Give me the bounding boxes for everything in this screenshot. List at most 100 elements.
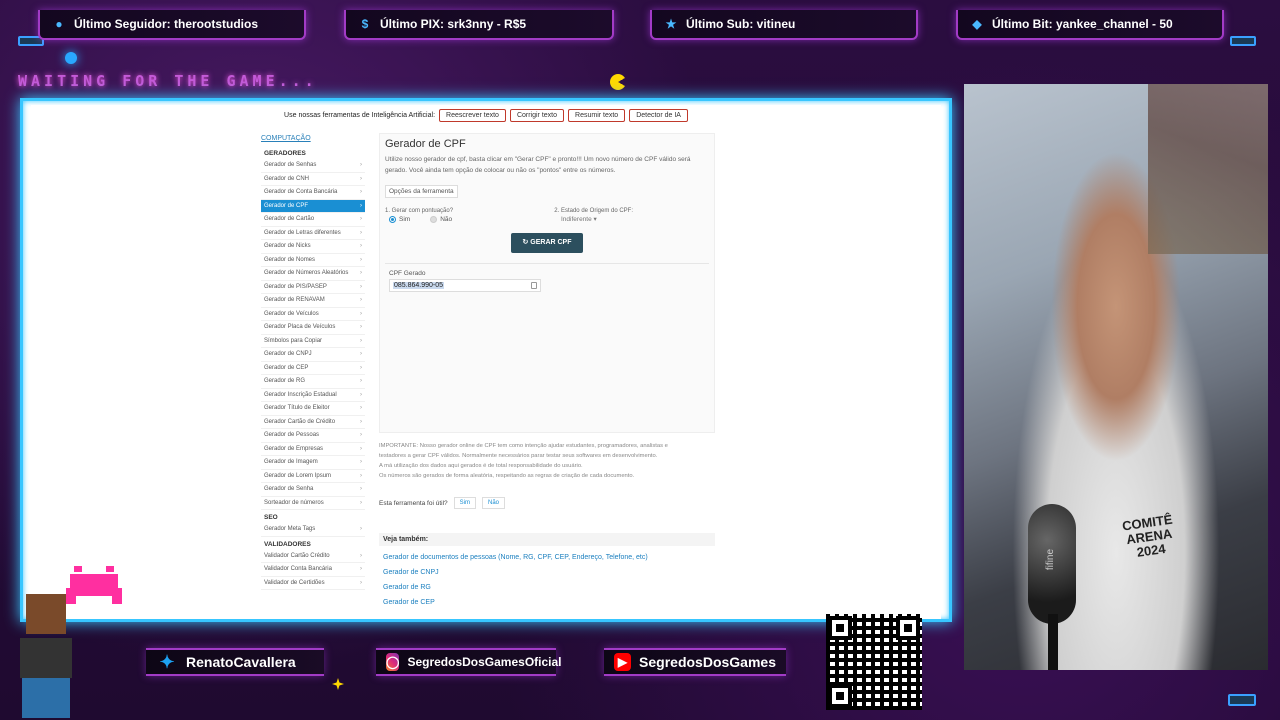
sidebar-item[interactable]: Gerador de Lorem Ipsum ›: [261, 470, 365, 483]
see-also-link[interactable]: Gerador de CNPJ: [383, 569, 715, 576]
correct-text-button[interactable]: Corrigir texto: [509, 108, 565, 122]
diamond-icon: ◆: [972, 17, 982, 31]
see-also-link[interactable]: Gerador de CEP: [383, 599, 715, 606]
radio-yes[interactable]: Sim: [389, 216, 410, 223]
sidebar-item-label: Gerador Meta Tags: [264, 526, 316, 533]
chevron-right-icon: ›: [360, 189, 362, 196]
last-follower-alert: ● Último Seguidor: therootstudios: [38, 10, 306, 40]
sidebar-item-label: Gerador de Pessoas: [264, 432, 320, 439]
chevron-right-icon: ›: [360, 364, 362, 371]
sidebar-item-label: Gerador Inscrição Estadual: [264, 391, 337, 398]
sidebar-item[interactable]: Gerador de CNH ›: [261, 173, 365, 186]
sidebar-item-label: Gerador de Senha: [264, 486, 314, 493]
webcam-feed: fifine COMITÊ ARENA 2024: [964, 84, 1268, 670]
sidebar-item[interactable]: Símbolos para Copiar ›: [261, 335, 365, 348]
youtube-icon: ▶: [614, 653, 632, 671]
generated-cpf-field[interactable]: 085.864.990-05: [389, 279, 541, 292]
tool-title: Gerador de CPF: [385, 138, 466, 150]
summarize-text-button[interactable]: Resumir texto: [568, 108, 626, 122]
shirt-print: COMITÊ ARENA 2024: [1121, 512, 1177, 562]
copy-icon[interactable]: [531, 282, 537, 289]
chevron-right-icon: ›: [360, 216, 362, 223]
disclaimer-line: testadores a gerar CPF válidos. Normalme…: [379, 453, 658, 459]
sidebar-item[interactable]: Gerador de Empresas ›: [261, 443, 365, 456]
sidebar-item[interactable]: Gerador de Pessoas ›: [261, 429, 365, 443]
sidebar-item[interactable]: Validador Cartão Crédito ›: [261, 550, 365, 563]
sidebar-item[interactable]: Gerador de RENAVAM ›: [261, 294, 365, 308]
sidebar-item[interactable]: Gerador de Cartão ›: [261, 213, 365, 227]
radio-no-dot: [430, 216, 438, 223]
radio-no[interactable]: Não: [430, 216, 452, 223]
chevron-right-icon: ›: [360, 283, 362, 290]
sidebar-item[interactable]: Validador de Certidões ›: [261, 577, 365, 590]
sidebar-item-active[interactable]: Gerador de CPF ›: [261, 199, 365, 213]
rewrite-text-button[interactable]: Reescrever texto: [439, 108, 506, 122]
qr-finder-pattern: [828, 684, 852, 708]
sidebar-item-label: Gerador de CNH: [264, 175, 310, 182]
sidebar-item[interactable]: Gerador Título de Eleitor ›: [261, 402, 365, 416]
sidebar-item[interactable]: Gerador Cartão de Crédito ›: [261, 416, 365, 429]
sidebar-item[interactable]: Gerador de PIS/PASEP ›: [261, 281, 365, 294]
chevron-right-icon: ›: [360, 459, 362, 466]
see-also-link[interactable]: Gerador de documentos de pessoas (Nome, …: [383, 554, 715, 561]
ai-tools-bar: Use nossas ferramentas de Inteligência A…: [31, 105, 941, 125]
sidebar-item[interactable]: Gerador de Letras diferentes ›: [261, 227, 365, 240]
chevron-right-icon: ›: [360, 297, 362, 304]
tool-description: Utilize nosso gerador de cpf, basta clic…: [385, 156, 691, 174]
category-header-link[interactable]: COMPUTAÇÃO: [261, 135, 365, 142]
chevron-right-icon: ›: [360, 526, 362, 533]
last-bit-text: Último Bit: yankee_channel - 50: [992, 17, 1173, 31]
qr-finder-pattern: [896, 616, 920, 640]
last-sub-alert: ★ Último Sub: vitineu: [650, 10, 918, 40]
sidebar-item[interactable]: Sorteador de números ›: [261, 497, 365, 510]
chevron-right-icon: ›: [360, 432, 362, 439]
sidebar-item-label: Gerador Cartão de Crédito: [264, 418, 336, 425]
sidebar-item[interactable]: Gerador Placa de Veículos ›: [261, 321, 365, 335]
feedback-no-button[interactable]: Não: [482, 497, 506, 509]
options-questions: 1. Gerar com pontuação? 2. Estado de Ori…: [385, 208, 709, 214]
sidebar-item[interactable]: Gerador de Nicks ›: [261, 240, 365, 254]
sidebar-item-label: Gerador de Empresas: [264, 445, 324, 452]
twitter-icon: ✦: [159, 651, 175, 672]
chevron-right-icon: ›: [360, 337, 362, 344]
ai-detector-button[interactable]: Detector de IA: [629, 108, 688, 122]
sidebar-item-label: Gerador de Lorem Ipsum: [264, 472, 332, 479]
sidebar-item[interactable]: Gerador de Números Aleatórios ›: [261, 267, 365, 281]
see-also-link[interactable]: Gerador de RG: [383, 584, 715, 591]
sidebar-item[interactable]: Gerador de Conta Bancária ›: [261, 186, 365, 200]
qr-code: [826, 614, 922, 710]
sidebar-item[interactable]: Gerador de Imagem ›: [261, 456, 365, 470]
sidebar-item-label: Validador de Certidões: [264, 579, 325, 586]
sidebar-item-label: Gerador de CNPJ: [264, 351, 312, 358]
sidebar-item[interactable]: Validador Conta Bancária ›: [261, 563, 365, 577]
sidebar-item-label: Gerador de Veículos: [264, 310, 319, 317]
tool-options-tab[interactable]: Opções da ferramenta: [385, 185, 458, 198]
nav-group-title: GERADORES: [264, 150, 306, 157]
sidebar-item-label: Gerador de CEP: [264, 364, 309, 371]
sidebar-item[interactable]: Gerador de CEP ›: [261, 362, 365, 375]
sidebar-item[interactable]: Gerador de Veículos ›: [261, 308, 365, 321]
sidebar-item[interactable]: Gerador de RG ›: [261, 375, 365, 389]
chevron-down-icon: ▾: [593, 216, 597, 223]
browser-capture-frame: Use nossas ferramentas de Inteligência A…: [20, 98, 952, 622]
chevron-right-icon: ›: [360, 391, 362, 398]
sidebar-item[interactable]: Gerador Meta Tags ›: [261, 523, 365, 537]
sparkle-icon: [332, 678, 344, 690]
sidebar-item[interactable]: Gerador Inscrição Estadual ›: [261, 389, 365, 402]
microphone-arm: [1048, 614, 1058, 670]
feedback-yes-button[interactable]: Sim: [453, 497, 476, 509]
generate-cpf-button[interactable]: ↻ GERAR CPF: [511, 233, 583, 253]
sidebar-item[interactable]: Gerador de Senha ›: [261, 483, 365, 497]
state-select[interactable]: Indiferente ▾: [561, 215, 709, 223]
sidebar-item[interactable]: Gerador de Senhas ›: [261, 159, 365, 173]
pacman-icon: [610, 74, 626, 90]
sidebar-item-label: Gerador de RENAVAM: [264, 297, 325, 304]
sidebar-item-label: Gerador Placa de Veículos: [264, 324, 336, 331]
sidebar-item[interactable]: Gerador de CNPJ ›: [261, 348, 365, 362]
chevron-right-icon: ›: [360, 552, 362, 559]
sidebar-item-label: Validador Cartão Crédito: [264, 552, 330, 559]
chevron-right-icon: ›: [360, 418, 362, 425]
sidebar-item[interactable]: Gerador de Nomes ›: [261, 254, 365, 267]
pixel-avatar: [8, 594, 84, 718]
sidebar-item-label: Gerador de Senhas: [264, 162, 317, 169]
